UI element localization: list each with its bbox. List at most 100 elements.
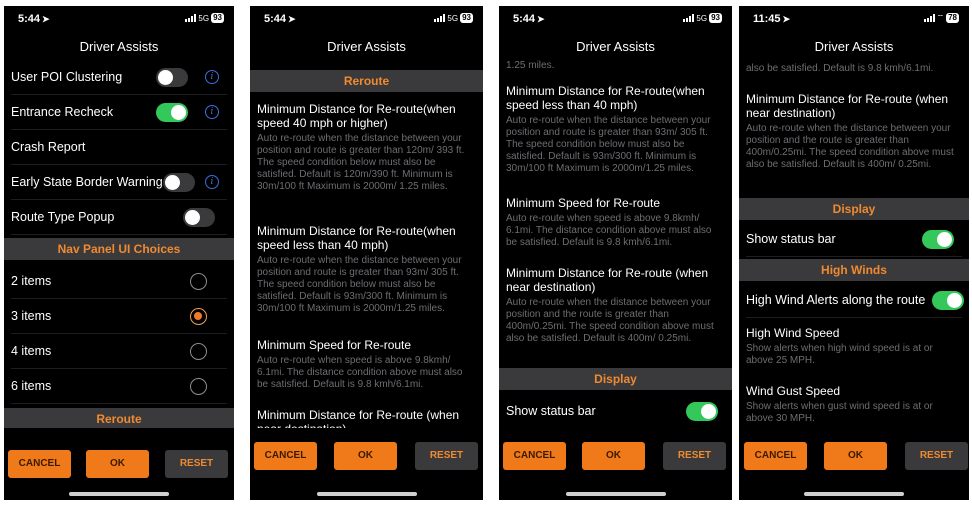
ok-button[interactable]: OK <box>824 442 887 470</box>
toggle-early-state-border-warning[interactable] <box>163 173 195 192</box>
row-user-poi-clustering: User POI Clustering i <box>11 60 227 95</box>
setting-description: Auto re-route when the distance between … <box>257 255 462 314</box>
button-bar: CANCEL OK RESET <box>4 428 234 500</box>
status-bar: 5:44 ➤ 5G 93 <box>499 6 732 32</box>
section-header-display: Display <box>739 198 969 220</box>
setting-title: Minimum Distance for Re-route (when near… <box>506 266 709 294</box>
reset-button[interactable]: RESET <box>905 442 968 470</box>
setting-title: High Wind Speed <box>746 326 840 340</box>
signal-icon <box>434 14 446 22</box>
radio-button[interactable] <box>190 273 207 290</box>
page-title: Driver Assists <box>814 39 894 54</box>
setting-min-distance-40plus[interactable]: Minimum Distance for Re-route(when speed… <box>257 102 476 193</box>
reset-button[interactable]: RESET <box>165 450 228 478</box>
phone-screen-1: 5:44 ➤ 5G 93 Driver Assists User POI Clus… <box>4 6 234 500</box>
setting-min-distance-near-destination[interactable]: Minimum Distance for Re-route (when near… <box>746 92 962 171</box>
status-time: 5:44 ➤ <box>18 13 50 25</box>
row-label: Crash Report <box>11 140 86 154</box>
setting-description: Auto re-route when the distance between … <box>506 115 711 174</box>
location-arrow-icon: ➤ <box>288 14 296 24</box>
row-route-type-popup: Route Type Popup <box>11 200 227 235</box>
setting-min-speed[interactable]: Minimum Speed for Re-route Auto re-route… <box>506 196 725 249</box>
status-indicators: 5G 93 <box>185 13 224 23</box>
page-title: Driver Assists <box>327 39 406 54</box>
button-bar: CANCEL OK RESET <box>739 428 969 500</box>
signal-icon <box>683 14 695 22</box>
setting-title: Minimum Distance for Re-route(when speed… <box>257 102 456 130</box>
home-indicator <box>804 492 904 496</box>
toggle-high-wind-alerts[interactable] <box>932 291 964 310</box>
setting-high-wind-speed[interactable]: High Wind Speed Show alerts when high wi… <box>746 326 962 367</box>
row-crash-report[interactable]: Crash Report <box>11 130 227 165</box>
home-indicator <box>69 492 169 496</box>
signal-icon <box>923 14 935 22</box>
page-title: Driver Assists <box>576 39 655 54</box>
status-time: 11:45 ➤ <box>753 13 791 25</box>
setting-description: Auto re-route when the distance between … <box>506 297 714 344</box>
section-header-reroute: Reroute <box>4 408 234 430</box>
cancel-button[interactable]: CANCEL <box>8 450 71 478</box>
button-bar: CANCEL OK RESET <box>250 428 483 500</box>
ok-button[interactable]: OK <box>334 442 397 470</box>
row-early-state-border-warning: Early State Border Warning i <box>11 165 227 200</box>
setting-description: Auto re-route when speed is above 9.8kmh… <box>506 213 712 248</box>
setting-wind-gust-speed[interactable]: Wind Gust Speed Show alerts when gust wi… <box>746 384 962 425</box>
status-bar: 11:45 ➤ ⌔ 78 <box>739 6 969 32</box>
toggle-route-type-popup[interactable] <box>183 208 215 227</box>
setting-min-distance-under40[interactable]: Minimum Distance for Re-route(when speed… <box>257 224 476 315</box>
info-icon[interactable]: i <box>205 70 219 84</box>
radio-row-6-items[interactable]: 6 items <box>11 369 227 404</box>
battery-icon: 78 <box>946 13 959 23</box>
signal-icon <box>185 14 197 22</box>
radio-row-2-items[interactable]: 2 items <box>11 264 227 299</box>
section-header-reroute: Reroute <box>250 70 483 92</box>
status-time: 5:44 ➤ <box>513 13 545 25</box>
toggle-user-poi-clustering[interactable] <box>156 68 188 87</box>
location-arrow-icon: ➤ <box>537 14 545 24</box>
cancel-button[interactable]: CANCEL <box>744 442 807 470</box>
toggle-entrance-recheck[interactable] <box>156 103 188 122</box>
info-icon[interactable]: i <box>205 175 219 189</box>
cancel-button[interactable]: CANCEL <box>254 442 317 470</box>
radio-button-selected[interactable] <box>190 308 207 325</box>
reset-button[interactable]: RESET <box>415 442 478 470</box>
network-label: 5G <box>696 13 708 23</box>
setting-title: Minimum Distance for Re-route(when speed… <box>257 224 456 252</box>
radio-button[interactable] <box>190 343 207 360</box>
row-show-status-bar: Show status bar <box>506 394 725 429</box>
status-bar: 5:44 ➤ 5G 93 <box>250 6 483 32</box>
setting-title: Wind Gust Speed <box>746 384 841 398</box>
status-time: 5:44 ➤ <box>264 13 296 25</box>
battery-icon: 93 <box>211 13 224 23</box>
ok-button[interactable]: OK <box>582 442 645 470</box>
page-title: Driver Assists <box>79 39 159 54</box>
radio-button[interactable] <box>190 378 207 395</box>
toggle-show-status-bar[interactable] <box>686 402 718 421</box>
row-entrance-recheck: Entrance Recheck i <box>11 95 227 130</box>
setting-min-speed[interactable]: Minimum Speed for Re-route Auto re-route… <box>257 338 476 391</box>
radio-row-4-items[interactable]: 4 items <box>11 334 227 369</box>
radio-row-3-items[interactable]: 3 items <box>11 299 227 334</box>
battery-icon: 93 <box>709 13 722 23</box>
row-label: High Wind Alerts along the route <box>746 293 926 307</box>
status-indicators: ⌔ 78 <box>923 13 959 23</box>
row-high-wind-alerts: High Wind Alerts along the route <box>746 283 964 318</box>
setting-description: Auto re-route when speed is above 9.8kmh… <box>257 355 463 390</box>
info-icon[interactable]: i <box>205 105 219 119</box>
ok-button[interactable]: OK <box>86 450 149 478</box>
network-label: 5G <box>198 13 210 23</box>
setting-description: Show alerts when gust wind speed is at o… <box>746 401 933 424</box>
phone-screen-3: 5:44 ➤ 5G 93 Driver Assists 1.25 miles. M… <box>499 6 732 500</box>
network-label: 5G <box>447 13 459 23</box>
reset-button[interactable]: RESET <box>663 442 726 470</box>
button-bar: CANCEL OK RESET <box>499 428 732 500</box>
row-label: User POI Clustering <box>11 70 123 84</box>
toggle-show-status-bar[interactable] <box>922 230 954 249</box>
setting-title: Minimum Distance for Re-route(when speed… <box>506 84 705 112</box>
setting-min-distance-under40[interactable]: Minimum Distance for Re-route(when speed… <box>506 84 725 175</box>
status-indicators: 5G 93 <box>683 13 722 23</box>
cancel-button[interactable]: CANCEL <box>503 442 566 470</box>
status-indicators: 5G 93 <box>434 13 473 23</box>
setting-min-distance-near-destination[interactable]: Minimum Distance for Re-route (when near… <box>506 266 725 345</box>
home-indicator <box>565 492 666 496</box>
